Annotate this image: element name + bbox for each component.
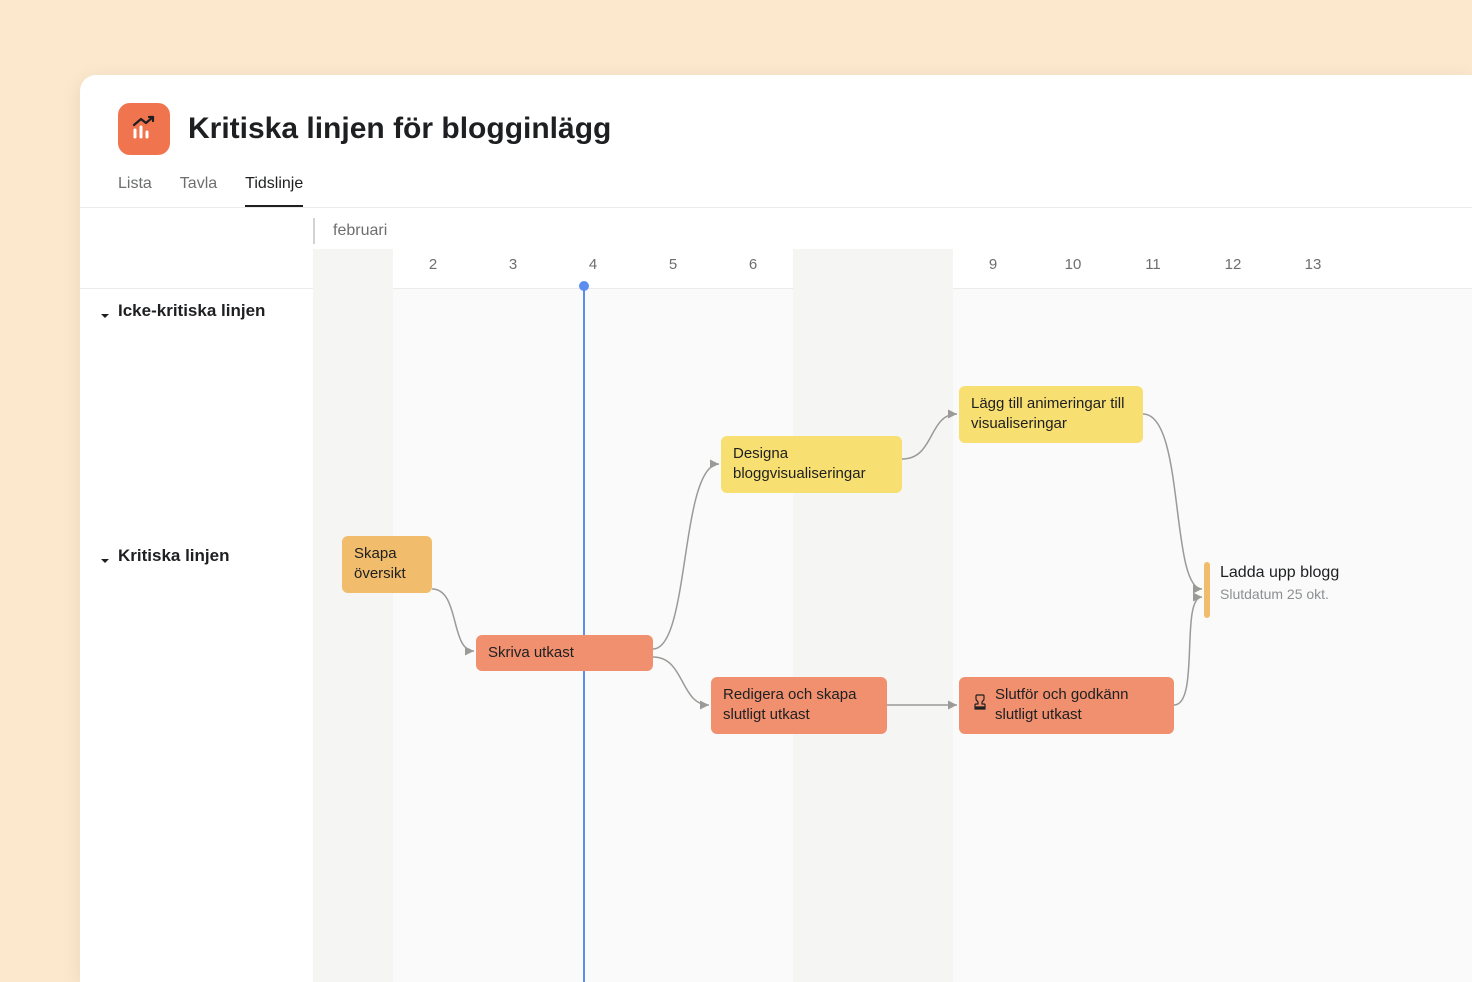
timeline-header: februari 1 2 3 4 5 6 7 8 9 10 11 12 13 <box>80 208 1472 288</box>
milestone-text: Ladda upp blogg Slutdatum 25 okt. <box>1220 562 1339 602</box>
task-label: Designa bloggvisualiseringar <box>733 445 866 482</box>
day-cell: 3 <box>473 256 553 273</box>
caret-down-icon <box>100 551 110 561</box>
task-slutfor-godkann[interactable]: Slutför och godkänn slutligt utkast <box>959 677 1174 734</box>
task-label: Skapa översikt <box>354 545 406 582</box>
task-label: Skriva utkast <box>488 644 574 661</box>
task-skriva-utkast[interactable]: Skriva utkast <box>476 635 653 671</box>
day-cell: 5 <box>633 256 713 273</box>
tabs: Lista Tavla Tidslinje <box>118 175 1434 207</box>
month-divider <box>313 218 315 244</box>
task-label: Lägg till animeringar till visualisering… <box>971 395 1124 432</box>
tab-timeline[interactable]: Tidslinje <box>245 175 303 207</box>
milestone-title: Ladda upp blogg <box>1220 562 1339 584</box>
task-animeringar[interactable]: Lägg till animeringar till visualisering… <box>959 386 1143 443</box>
tab-list[interactable]: Lista <box>118 175 152 207</box>
weekend-column <box>873 249 953 982</box>
day-cell: 11 <box>1113 256 1193 273</box>
weekend-column <box>313 249 393 982</box>
timeline-body: Icke-kritiska linjen Designa bloggvisual… <box>80 289 1472 982</box>
task-label: Redigera och skapa slutligt utkast <box>723 686 856 723</box>
milestone-date: Slutdatum 25 okt. <box>1220 586 1339 602</box>
task-redigera-utkast[interactable]: Redigera och skapa slutligt utkast <box>711 677 887 734</box>
stamp-icon <box>971 693 989 717</box>
title-row: Kritiska linjen för blogginlägg <box>118 103 1434 155</box>
caret-down-icon <box>100 306 110 316</box>
section-label: Kritiska linjen <box>118 546 229 566</box>
day-cell: 4 <box>553 256 633 273</box>
day-cell: 2 <box>393 256 473 273</box>
today-line <box>583 285 585 982</box>
project-title: Kritiska linjen för blogginlägg <box>188 112 611 146</box>
day-cell: 13 <box>1273 256 1353 273</box>
tab-board[interactable]: Tavla <box>180 175 217 207</box>
task-skapa-oversikt[interactable]: Skapa översikt <box>342 536 432 593</box>
day-cell: 6 <box>713 256 793 273</box>
app-window: Kritiska linjen för blogginlägg Lista Ta… <box>80 75 1472 982</box>
task-designa-visualiseringar[interactable]: Designa bloggvisualiseringar <box>721 436 902 493</box>
day-cell: 9 <box>953 256 1033 273</box>
chart-growth-icon <box>130 115 158 143</box>
day-cell: 10 <box>1033 256 1113 273</box>
milestone-ladda-upp[interactable]: Ladda upp blogg Slutdatum 25 okt. <box>1204 562 1339 618</box>
day-cell: 12 <box>1193 256 1273 273</box>
milestone-bar <box>1204 562 1210 618</box>
task-label: Slutför och godkänn slutligt utkast <box>995 685 1162 726</box>
project-icon[interactable] <box>118 103 170 155</box>
header: Kritiska linjen för blogginlägg Lista Ta… <box>80 75 1472 207</box>
section-label: Icke-kritiska linjen <box>118 301 265 321</box>
section-noncritical[interactable]: Icke-kritiska linjen <box>80 289 1472 333</box>
section-critical[interactable]: Kritiska linjen <box>80 534 249 578</box>
weekend-column <box>793 249 873 982</box>
month-label: februari <box>333 222 387 240</box>
